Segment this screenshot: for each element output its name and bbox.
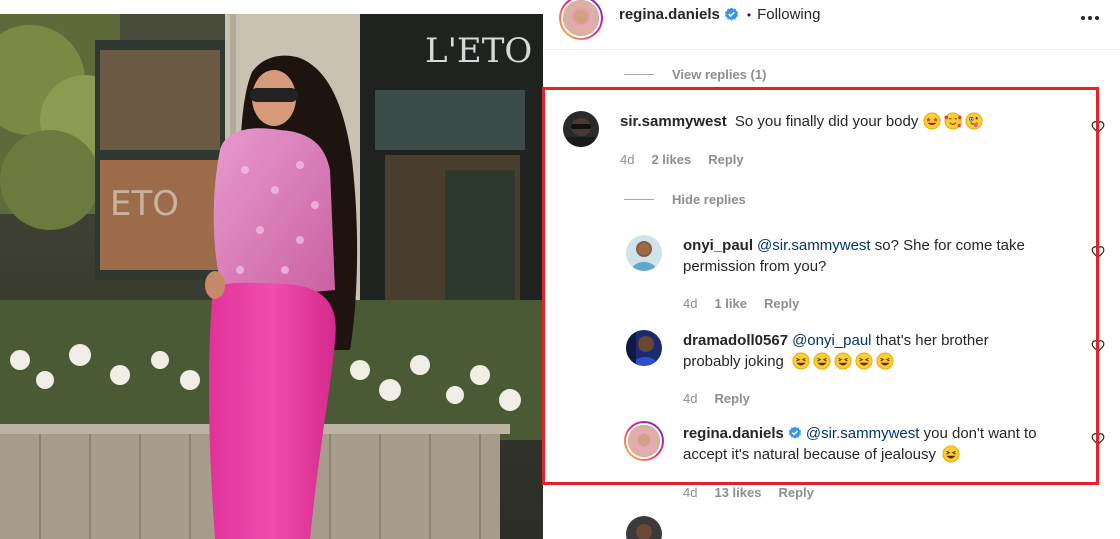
reply-avatar-partial[interactable] xyxy=(626,516,662,539)
following-button[interactable]: Following xyxy=(757,6,820,23)
post-image: L'ETO ETO xyxy=(0,0,543,539)
header-username[interactable]: regina.daniels xyxy=(619,6,720,23)
avatar-image xyxy=(563,111,599,147)
laughing-emoji-icon xyxy=(855,352,873,370)
reply-avatar[interactable] xyxy=(626,235,662,271)
comment-avatar[interactable] xyxy=(563,111,599,147)
avatar-image xyxy=(563,0,599,36)
comment-text: sir.sammywest So you finally did your bo… xyxy=(620,111,1040,132)
reply-username[interactable]: onyi_paul xyxy=(683,237,753,254)
avatar-image xyxy=(626,516,662,539)
reply-avatar[interactable] xyxy=(624,421,664,461)
reply-body-line2: permission from you? xyxy=(683,258,827,275)
comment-time[interactable]: 4d xyxy=(620,152,634,167)
verified-badge-icon xyxy=(788,426,801,439)
post-header: regina.daniels • Following xyxy=(543,0,1120,50)
heart-icon[interactable] xyxy=(1091,339,1105,353)
window-lettering: ETO xyxy=(110,184,179,224)
heart-icon[interactable] xyxy=(1091,120,1105,134)
reply-button[interactable]: Reply xyxy=(714,391,749,406)
smiling-hearts-emoji-icon xyxy=(943,112,962,130)
reply-time[interactable]: 4d xyxy=(683,296,697,311)
replies-divider-line xyxy=(624,199,654,200)
reply-time[interactable]: 4d xyxy=(683,485,697,500)
reply-mention[interactable]: @onyi_paul xyxy=(792,332,871,349)
laughing-emoji-icon xyxy=(876,352,894,370)
reply-button[interactable]: Reply xyxy=(764,296,799,311)
reply-body-line1: so? She for come take xyxy=(874,237,1025,254)
comment-likes[interactable]: 2 likes xyxy=(651,152,691,167)
comments-panel: regina.daniels • Following View replies … xyxy=(543,0,1120,539)
avatar-image xyxy=(626,235,662,271)
reply-likes[interactable]: 1 like xyxy=(714,296,747,311)
reply-body-line1: that's her brother xyxy=(875,332,989,349)
header-avatar[interactable] xyxy=(559,0,603,40)
reply-mention[interactable]: @sir.sammywest xyxy=(806,425,920,442)
comment-body: So you finally did your body xyxy=(734,113,919,130)
reply-username[interactable]: regina.daniels xyxy=(683,425,784,442)
reply-username[interactable]: dramadoll0567 xyxy=(683,332,788,349)
zany-face-emoji-icon xyxy=(964,112,983,130)
star-struck-emoji-icon xyxy=(922,112,941,130)
view-replies-label: View replies (1) xyxy=(672,67,767,82)
reply-body-line1: you don't want to xyxy=(923,425,1037,442)
laughing-emoji-icon xyxy=(792,352,810,370)
reply-time[interactable]: 4d xyxy=(683,391,697,406)
replies-divider-line xyxy=(624,74,654,75)
storefront-sign: L'ETO xyxy=(425,31,532,71)
reply-text: onyi_paul @sir.sammywest so? She for come… xyxy=(683,235,1083,277)
comment-meta: 4d 2 likes Reply xyxy=(620,152,744,167)
laughing-emoji-icon xyxy=(834,352,852,370)
reply-meta: 4d Reply xyxy=(683,391,750,406)
comment-username[interactable]: sir.sammywest xyxy=(620,113,727,130)
reply-body-line2: probably joking xyxy=(683,353,784,370)
avatar-image xyxy=(628,425,660,457)
header-separator: • xyxy=(746,7,752,22)
laughing-emoji-icon xyxy=(813,352,831,370)
reply-meta: 4d 1 like Reply xyxy=(683,296,799,311)
heart-icon[interactable] xyxy=(1091,245,1105,259)
reply-mention[interactable]: @sir.sammywest xyxy=(757,237,871,254)
reply-meta: 4d 13 likes Reply xyxy=(683,485,814,500)
laughing-emoji-icon xyxy=(942,445,960,463)
reply-button[interactable]: Reply xyxy=(708,152,743,167)
reply-body-line2: accept it's natural because of jealousy xyxy=(683,446,937,463)
reply-avatar[interactable] xyxy=(626,330,662,366)
hide-replies-toggle[interactable]: Hide replies xyxy=(624,192,746,207)
reply-text: regina.daniels @sir.sammywest you don't … xyxy=(683,423,1103,465)
hide-replies-label: Hide replies xyxy=(672,192,746,207)
reply-button[interactable]: Reply xyxy=(778,485,813,500)
reply-text: dramadoll0567 @onyi_paul that's her broth… xyxy=(683,330,1083,372)
more-options-icon[interactable] xyxy=(1078,10,1102,26)
avatar-image xyxy=(626,330,662,366)
post-photo[interactable]: L'ETO ETO xyxy=(0,0,543,539)
reply-likes[interactable]: 13 likes xyxy=(714,485,761,500)
heart-icon[interactable] xyxy=(1091,432,1105,446)
verified-badge-icon xyxy=(724,7,738,21)
view-replies-toggle[interactable]: View replies (1) xyxy=(624,67,766,82)
